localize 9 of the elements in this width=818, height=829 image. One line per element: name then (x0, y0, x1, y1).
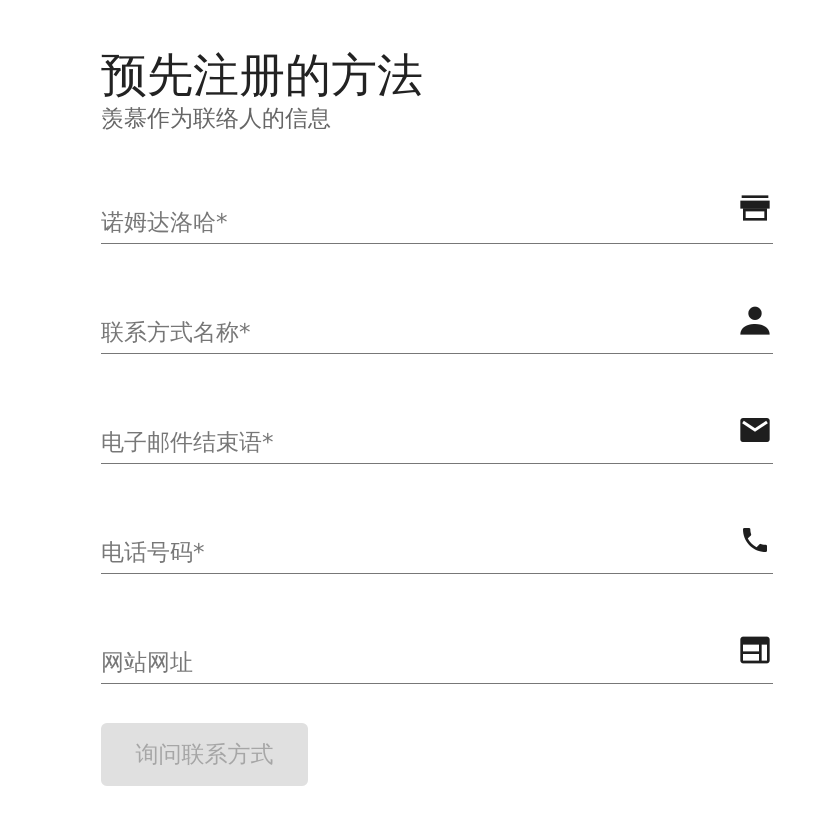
person-icon (739, 304, 771, 336)
input-field[interactable]: 电子邮件结束语* (101, 427, 733, 459)
page-subtitle: 羡慕作为联络人的信息 (101, 105, 332, 134)
input-field[interactable]: 网站网址 (101, 647, 733, 679)
input-field[interactable]: 诺姆达洛哈* (101, 207, 733, 239)
page-title: 预先注册的方法 (101, 47, 424, 104)
browser-window-icon (739, 634, 771, 666)
input-field[interactable]: 电话号码* (101, 537, 733, 569)
input-field[interactable]: 联系方式名称* (101, 317, 733, 349)
